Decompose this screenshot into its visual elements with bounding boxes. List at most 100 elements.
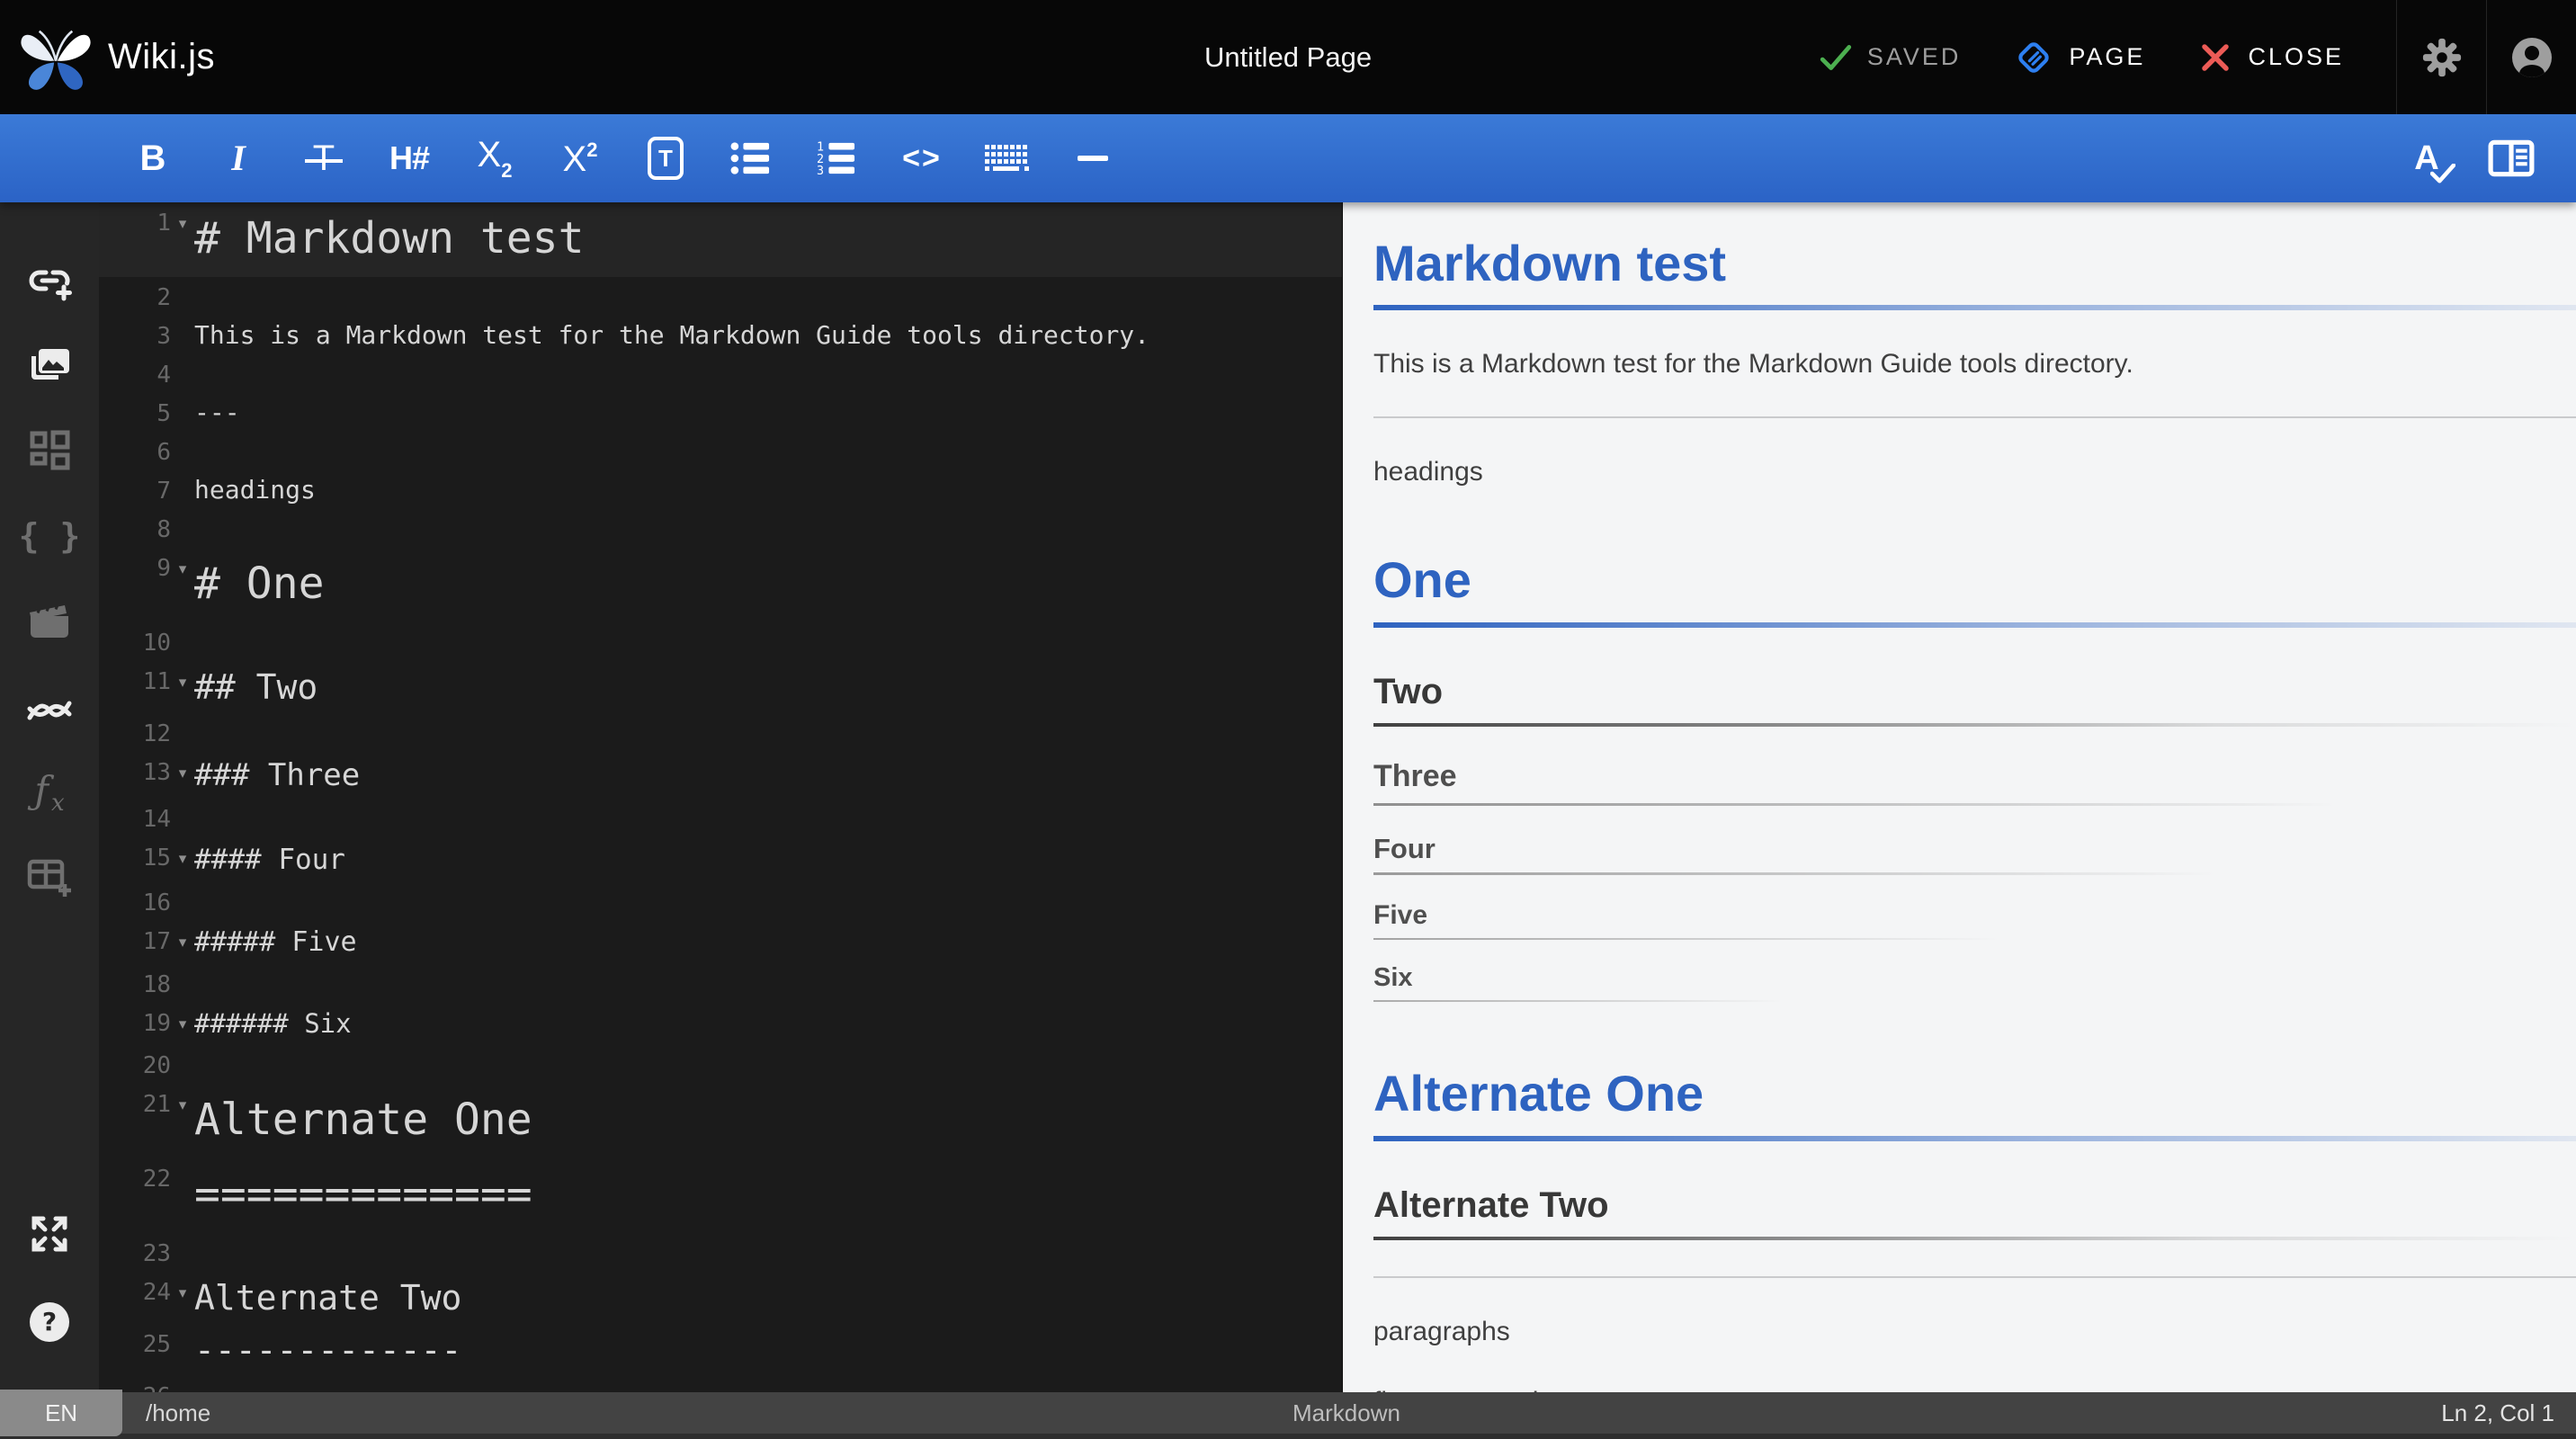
subscript-button[interactable]: X2 <box>471 131 518 185</box>
split-view-button[interactable] <box>2488 131 2535 185</box>
editor-line[interactable]: 13 ▾ ### Three <box>99 752 1342 799</box>
check-icon <box>1820 44 1852 70</box>
editor-line[interactable]: 23 <box>99 1233 1342 1272</box>
markdown-editor-pane[interactable]: 1 ▾ # Markdown test 2 3 This is a Markdown te… <box>99 202 1342 1439</box>
editor-line[interactable]: 17 ▾ ##### Five <box>99 921 1342 964</box>
close-button[interactable]: CLOSE <box>2197 40 2344 76</box>
editor-line[interactable]: 18 <box>99 964 1342 1003</box>
insert-tools: { } ƒ x <box>0 237 99 920</box>
editor-line[interactable]: 19 ▾ ###### Six <box>99 1003 1342 1045</box>
editor-line[interactable]: 4 <box>99 354 1342 393</box>
page-properties-button[interactable]: PAGE <box>2013 37 2145 78</box>
account-button[interactable] <box>2487 0 2576 114</box>
logo[interactable]: Wiki.js <box>16 18 215 97</box>
code-text: ============= <box>194 1169 532 1220</box>
editor-line[interactable]: 5 --- <box>99 393 1342 432</box>
sidebar-insert-link-button[interactable] <box>0 237 99 322</box>
sidebar-insert-diagram-button[interactable] <box>0 664 99 749</box>
fold-arrow-icon[interactable]: ▾ <box>171 837 194 880</box>
editor-line[interactable]: 9 ▾ # One <box>99 548 1342 622</box>
topbar-actions: SAVED PAGE CLOSE <box>1819 0 2576 114</box>
close-label: CLOSE <box>2248 43 2344 70</box>
video-icon <box>30 602 68 638</box>
editor-line[interactable]: 25 ------------- <box>99 1324 1342 1376</box>
saved-button[interactable]: SAVED <box>1819 40 1962 75</box>
heading-icon: H# <box>389 139 430 176</box>
editor-line[interactable]: 21 ▾ Alternate One <box>99 1084 1342 1158</box>
app-name: Wiki.js <box>108 37 216 76</box>
sidebar-insert-code-button[interactable]: { } <box>0 493 99 578</box>
editor-line[interactable]: 12 <box>99 713 1342 752</box>
line-number: 6 <box>157 439 171 466</box>
editor-line[interactable]: 6 <box>99 432 1342 470</box>
editor-line[interactable]: 10 <box>99 622 1342 661</box>
line-number: 3 <box>157 323 171 350</box>
bullet-list-button[interactable] <box>728 131 774 185</box>
editor-line[interactable]: 16 <box>99 882 1342 921</box>
code-text: ##### Five <box>194 926 357 958</box>
editor-line[interactable]: 14 <box>99 799 1342 837</box>
sidebar-fullscreen-button[interactable] <box>0 1192 99 1276</box>
editor-line[interactable]: 2 <box>99 277 1342 316</box>
editor-line[interactable]: 22 ============= <box>99 1158 1342 1233</box>
fold-arrow-icon[interactable]: ▾ <box>171 1003 194 1046</box>
line-number: 22 <box>142 1166 171 1193</box>
sidebar-insert-image-button[interactable] <box>0 322 99 407</box>
line-number: 7 <box>157 478 171 505</box>
bold-button[interactable]: B <box>130 131 176 185</box>
fold-arrow-icon[interactable]: ▾ <box>171 1272 194 1315</box>
line-number: 18 <box>142 971 171 998</box>
locale-selector[interactable]: EN <box>0 1390 122 1436</box>
horizontal-rule-button[interactable] <box>1069 131 1116 185</box>
code-text: ------------- <box>194 1330 462 1370</box>
fold-arrow-icon[interactable]: ▾ <box>171 202 194 246</box>
settings-button[interactable] <box>2397 0 2486 114</box>
cursor-position: Ln 2, Col 1 <box>2441 1399 2554 1426</box>
superscript-icon: X2 <box>562 138 598 179</box>
editor-line[interactable]: 20 <box>99 1045 1342 1084</box>
preview-horizontal-rule <box>1373 416 2576 419</box>
strikethrough-button[interactable]: T <box>300 131 347 185</box>
fold-arrow-icon[interactable]: ▾ <box>171 661 194 704</box>
sidebar-insert-video-button[interactable] <box>0 578 99 664</box>
sidebar-insert-block-button[interactable] <box>0 407 99 493</box>
italic-button[interactable]: I <box>215 131 262 185</box>
markdown-preview-pane[interactable]: Markdown test This is a Markdown test for… <box>1342 202 2576 1439</box>
fold-arrow-icon[interactable]: ▾ <box>171 548 194 591</box>
fold-arrow-icon[interactable]: ▾ <box>171 921 194 964</box>
editor-line[interactable]: 7 headings <box>99 470 1342 509</box>
inline-code-button[interactable]: <> <box>899 131 945 185</box>
editor-line[interactable]: 3 This is a Markdown test for the Markdow… <box>99 316 1342 354</box>
line-number: 14 <box>142 806 171 833</box>
text-box-button[interactable]: T <box>642 131 689 185</box>
line-number: 1 <box>157 210 171 237</box>
keyboard-keys-button[interactable] <box>984 131 1031 185</box>
preview-paragraph: This is a Markdown test for the Markdown… <box>1373 349 2133 380</box>
fold-arrow-icon[interactable]: ▾ <box>171 752 194 795</box>
content-area: { } ƒ x ? 1 ▾ # Markdown test 2 3 This is a Mar… <box>0 202 2576 1439</box>
code-text: #### Four <box>194 844 345 876</box>
line-number: 13 <box>142 759 171 786</box>
keyboard-icon <box>985 145 1029 171</box>
line-number: 21 <box>142 1091 171 1118</box>
text-box-icon: T <box>648 137 684 180</box>
help-icon: ? <box>30 1302 69 1342</box>
editor-line[interactable]: 1 ▾ # Markdown test <box>99 202 1342 277</box>
table-plus-icon <box>27 859 71 897</box>
fold-arrow-icon[interactable]: ▾ <box>171 1084 194 1127</box>
code-text: headings <box>194 475 316 505</box>
heading-button[interactable]: H# <box>386 131 433 185</box>
code-text: # One <box>194 559 325 609</box>
sidebar-help-button[interactable]: ? <box>0 1280 99 1364</box>
editor-line[interactable]: 15 ▾ #### Four <box>99 837 1342 882</box>
superscript-button[interactable]: X2 <box>557 131 604 185</box>
editor-line[interactable]: 11 ▾ ## Two <box>99 661 1342 713</box>
page-path: /home <box>146 1399 211 1426</box>
line-number: 25 <box>142 1331 171 1358</box>
sidebar-insert-math-button[interactable]: ƒx <box>0 749 99 835</box>
editor-line[interactable]: 8 <box>99 509 1342 548</box>
sidebar-insert-table-button[interactable] <box>0 835 99 920</box>
editor-line[interactable]: 24 ▾ Alternate Two <box>99 1272 1342 1324</box>
ordered-list-button[interactable]: 123 <box>813 131 860 185</box>
spellcheck-button[interactable]: A <box>2403 131 2455 185</box>
